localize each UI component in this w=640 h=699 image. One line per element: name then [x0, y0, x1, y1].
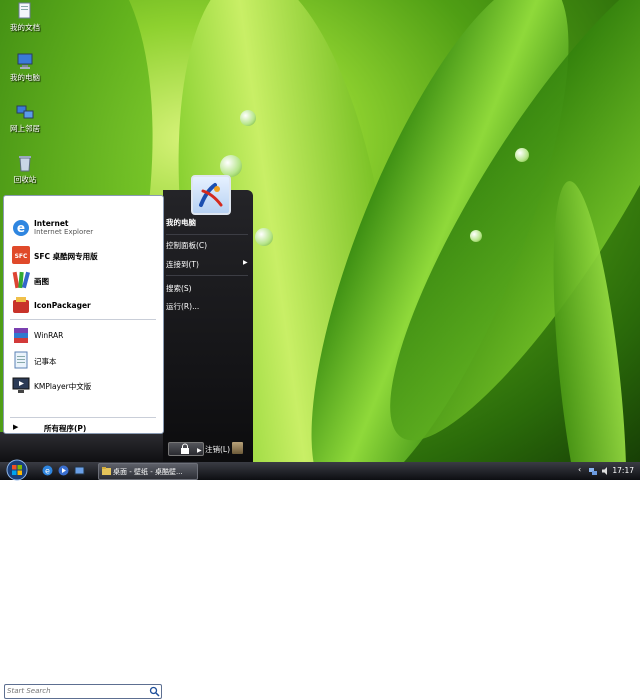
notepad-icon — [14, 351, 28, 369]
start-search-input[interactable] — [7, 685, 145, 697]
divider — [10, 319, 156, 320]
submenu-arrow-icon: ▶ — [243, 259, 248, 266]
recent-item-iconpackager[interactable]: IconPackager — [8, 293, 160, 317]
svg-text:e: e — [45, 467, 50, 476]
tray-chevron-icon[interactable]: ‹ — [578, 465, 581, 474]
taskbar — [0, 462, 640, 480]
start-search-box[interactable] — [4, 684, 162, 699]
user-picture[interactable] — [191, 175, 231, 215]
start-menu-left-panel: e Internet Internet Explorer SFC SFC 桌酷网… — [3, 195, 164, 434]
desktop-icon-computer[interactable]: 我的电脑 — [3, 52, 47, 98]
recent-item-title: IconPackager — [34, 301, 91, 310]
media-player-icon[interactable] — [58, 465, 69, 476]
pinned-item-title: SFC 桌酷网专用版 — [34, 252, 98, 261]
desktop-icon-label: 我的文档 — [10, 23, 40, 32]
computer-icon — [17, 53, 33, 69]
taskbar-button-label: 桌面 - 壁纸 - 桌酷壁... — [113, 468, 183, 476]
documents-folder-icon — [18, 2, 31, 19]
logoff-label[interactable]: 注销(L) — [205, 444, 230, 455]
network-tray-icon[interactable] — [588, 466, 598, 476]
recent-item-title: 画图 — [34, 277, 49, 286]
svg-text:▶: ▶ — [197, 447, 202, 454]
winrar-icon — [14, 328, 28, 343]
right-user-title[interactable]: 我的电脑 — [166, 217, 196, 228]
desktop-icon-label: 网上邻居 — [10, 124, 40, 133]
pinned-item-sfc[interactable]: SFC SFC 桌酷网专用版 — [8, 243, 160, 267]
taskbar-button-desktop-wallpaper[interactable]: 桌面 - 壁纸 - 桌酷壁... — [98, 463, 198, 480]
recent-item-kmplayer[interactable]: KMPlayer中文版 — [8, 373, 160, 397]
recent-item-paint[interactable]: 画图 — [8, 268, 160, 292]
lock-button[interactable]: ▶ — [168, 442, 204, 456]
recycle-bin-icon — [19, 156, 31, 172]
folder-icon — [102, 467, 111, 475]
divider — [10, 417, 156, 418]
divider — [166, 234, 248, 235]
desktop-icon-documents[interactable]: 我的文档 — [3, 2, 47, 48]
clock[interactable]: 17:17 — [612, 466, 634, 475]
connect-to-link[interactable]: 连接到(T) — [166, 259, 199, 270]
shutdown-button[interactable] — [232, 442, 243, 454]
system-tray: ‹ 17:17 — [578, 462, 640, 480]
start-menu-bottom-bar — [0, 432, 163, 699]
recent-item-winrar[interactable]: WinRAR — [8, 323, 160, 347]
pinned-item-subtitle: Internet Explorer — [34, 228, 94, 236]
pinned-item-internet[interactable]: e Internet Internet Explorer — [8, 216, 160, 240]
all-programs-button[interactable]: ▶ 所有程序(P) — [8, 422, 160, 434]
start-button[interactable] — [4, 459, 30, 481]
volume-icon[interactable] — [601, 466, 611, 476]
pinned-item-title: Internet — [34, 219, 69, 228]
kmplayer-icon — [12, 377, 30, 393]
lock-icon: ▶ — [181, 443, 202, 454]
recent-item-title: KMPlayer中文版 — [34, 382, 92, 391]
svg-text:SFC: SFC — [15, 253, 28, 260]
start-menu: 我的电脑 控制面板(C) 连接到(T) ▶ 搜索(S) 运行(R)... e I… — [0, 190, 255, 699]
show-desktop-icon[interactable] — [74, 465, 85, 476]
arrow-right-icon: ▶ — [13, 423, 19, 431]
start-menu-right-panel: 我的电脑 控制面板(C) 连接到(T) ▶ 搜索(S) 运行(R)... — [163, 190, 253, 462]
search-link[interactable]: 搜索(S) — [166, 283, 192, 294]
search-icon[interactable] — [149, 686, 160, 697]
recent-item-notepad[interactable]: 记事本 — [8, 348, 160, 372]
sfc-icon: SFC — [12, 246, 30, 264]
desktop-icon-label: 回收站 — [13, 175, 37, 184]
internet-explorer-icon: e — [13, 220, 29, 236]
recent-item-title: WinRAR — [34, 331, 64, 340]
desktop-icon-label: 我的电脑 — [10, 73, 40, 82]
network-icon — [16, 105, 34, 119]
iconpackager-icon — [13, 297, 29, 313]
control-panel-link[interactable]: 控制面板(C) — [166, 240, 207, 251]
desktop-icon-network[interactable]: 网上邻居 — [3, 103, 47, 149]
recent-item-title: 记事本 — [34, 357, 57, 366]
svg-text:e: e — [17, 221, 25, 235]
internet-explorer-icon[interactable]: e — [42, 465, 53, 476]
user-avatar-icon — [199, 183, 223, 207]
divider — [166, 275, 248, 276]
run-link[interactable]: 运行(R)... — [166, 301, 199, 312]
paint-icon — [12, 271, 31, 289]
all-programs-label: 所有程序(P) — [44, 424, 87, 433]
windows-logo-icon — [6, 459, 28, 481]
